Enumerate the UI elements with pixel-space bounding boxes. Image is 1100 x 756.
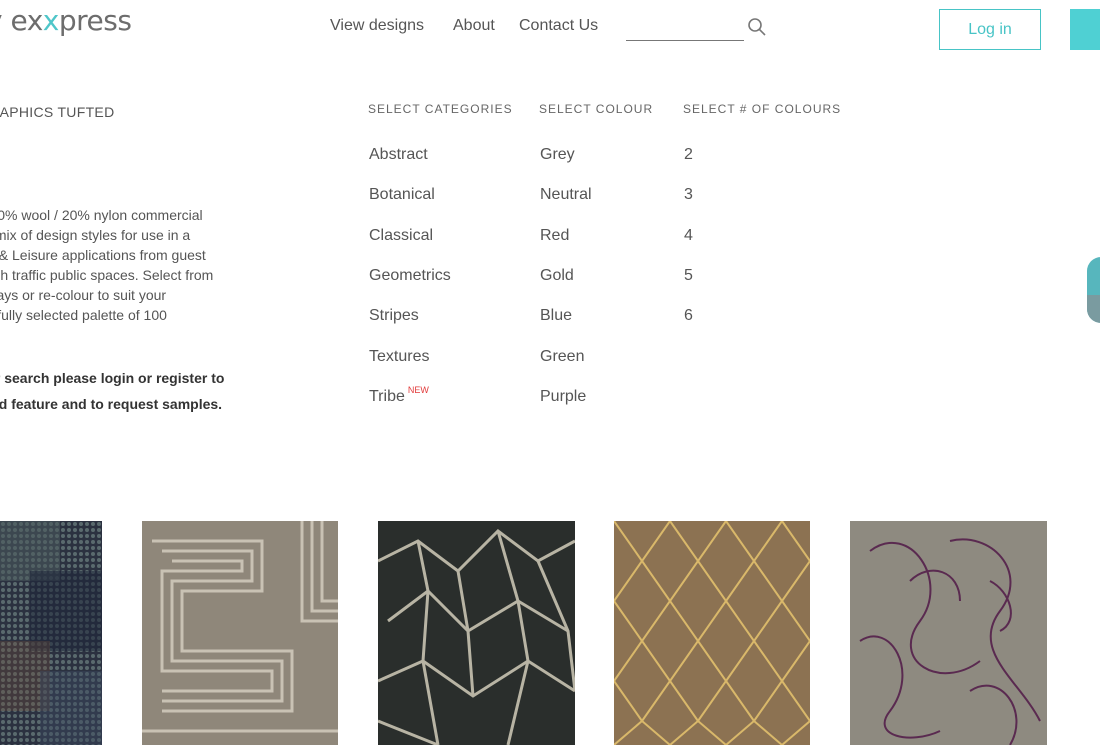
colour-blue[interactable]: Blue bbox=[540, 307, 572, 325]
side-chat-widget[interactable] bbox=[1087, 257, 1100, 323]
description-line: ed 80% wool / 20% nylon commercial bbox=[0, 207, 203, 223]
category-textures[interactable]: Textures bbox=[369, 348, 429, 366]
description-line: ctic mix of design styles for use in a bbox=[0, 227, 191, 243]
description-line: o high traffic public spaces. Select fro… bbox=[0, 267, 214, 283]
nav-about[interactable]: About bbox=[453, 17, 495, 35]
num-colours-heading: SELECT # OF COLOURS bbox=[683, 102, 842, 116]
colour-purple[interactable]: Purple bbox=[540, 388, 586, 406]
design-thumbnail-floral[interactable] bbox=[850, 521, 1047, 745]
search-underline bbox=[626, 40, 744, 41]
search-input[interactable] bbox=[626, 17, 744, 39]
description-line: carefully selected palette of 100 bbox=[0, 307, 167, 323]
colour-neutral[interactable]: Neutral bbox=[540, 186, 592, 204]
categories-heading: SELECT CATEGORIES bbox=[368, 102, 513, 116]
nav-contact-us[interactable]: Contact Us bbox=[519, 17, 598, 35]
num-colours-4[interactable]: 4 bbox=[684, 227, 693, 245]
num-colours-2[interactable]: 2 bbox=[684, 146, 693, 164]
search-icon[interactable] bbox=[747, 17, 767, 37]
colour-grey[interactable]: Grey bbox=[540, 146, 575, 164]
colour-red[interactable]: Red bbox=[540, 227, 569, 245]
page-title: GRAPHICS TUFTED bbox=[0, 104, 115, 120]
logo-text-right: press bbox=[58, 4, 132, 37]
category-botanical[interactable]: Botanical bbox=[369, 186, 435, 204]
nav-view-designs[interactable]: View designs bbox=[330, 17, 424, 35]
category-abstract[interactable]: Abstract bbox=[369, 146, 428, 164]
design-thumbnail-crackle[interactable] bbox=[378, 521, 575, 745]
description-line: ur ways or re-colour to suit your bbox=[0, 287, 167, 303]
design-thumbnail-diamond[interactable] bbox=[614, 521, 810, 745]
category-stripes[interactable]: Stripes bbox=[369, 307, 419, 325]
num-colours-5[interactable]: 5 bbox=[684, 267, 693, 285]
num-colours-3[interactable]: 3 bbox=[684, 186, 693, 204]
design-thumbnail-mosaic[interactable] bbox=[0, 521, 102, 745]
logo-text-left: y ex bbox=[0, 4, 43, 37]
login-button[interactable]: Log in bbox=[939, 9, 1041, 50]
new-badge: NEW bbox=[407, 385, 429, 395]
colour-heading: SELECT COLOUR bbox=[539, 102, 654, 116]
colour-green[interactable]: Green bbox=[540, 348, 584, 366]
category-classical[interactable]: Classical bbox=[369, 227, 433, 245]
logo[interactable]: y exxpress bbox=[0, 4, 132, 37]
category-tribe[interactable]: Tribe NEW bbox=[369, 385, 429, 406]
colour-gold[interactable]: Gold bbox=[540, 267, 574, 285]
login-prompt-line: nload feature and to request samples. bbox=[0, 396, 223, 412]
description-line: ality & Leisure applications from guest bbox=[0, 247, 206, 263]
login-prompt-line: your search please login or register to bbox=[0, 370, 225, 386]
register-button[interactable] bbox=[1070, 9, 1100, 50]
num-colours-6[interactable]: 6 bbox=[684, 307, 693, 325]
category-tribe-label: Tribe bbox=[369, 388, 405, 405]
design-thumbnail-greek-key[interactable] bbox=[142, 521, 338, 745]
logo-text-x: x bbox=[42, 4, 60, 37]
category-geometrics[interactable]: Geometrics bbox=[369, 267, 451, 285]
